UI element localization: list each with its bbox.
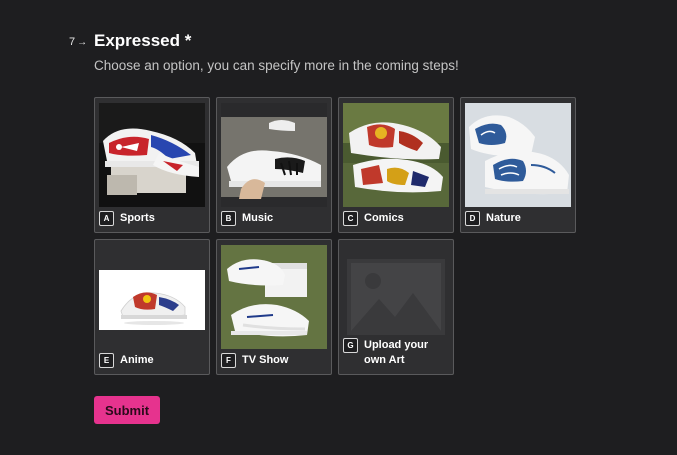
option-label-text: Nature bbox=[486, 212, 521, 224]
option-nature[interactable]: D Nature bbox=[460, 97, 576, 233]
sports-sneaker-image bbox=[99, 103, 205, 207]
option-sports[interactable]: A Sports bbox=[94, 97, 210, 233]
option-key-badge: F bbox=[221, 353, 236, 368]
option-upload-own-art[interactable]: G Upload your own Art bbox=[338, 239, 454, 375]
option-label: C Comics bbox=[343, 211, 449, 226]
option-comics[interactable]: C Comics bbox=[338, 97, 454, 233]
option-label-text: Music bbox=[242, 212, 274, 224]
arrow-right-icon: → bbox=[77, 36, 88, 48]
option-label: D Nature bbox=[465, 211, 571, 226]
option-key-badge: C bbox=[343, 211, 358, 226]
question-number: 7 → bbox=[69, 36, 87, 48]
option-key-badge: B bbox=[221, 211, 236, 226]
option-key-badge: A bbox=[99, 211, 114, 226]
music-sneaker-image bbox=[221, 103, 327, 207]
option-tv-show[interactable]: F TV Show bbox=[216, 239, 332, 375]
image-placeholder-icon bbox=[343, 245, 449, 349]
option-key-badge: D bbox=[465, 211, 480, 226]
option-key-badge: E bbox=[99, 353, 114, 368]
option-label-text: TV Show bbox=[242, 354, 289, 366]
options-grid: A Sports B Music C Comics D Nature E Ani… bbox=[94, 97, 576, 375]
option-key-badge: G bbox=[343, 338, 358, 353]
option-label-text: Upload your own Art bbox=[364, 339, 429, 366]
tv-show-sneaker-image bbox=[221, 245, 327, 349]
option-label: F TV Show bbox=[221, 353, 327, 368]
submit-button[interactable]: Submit bbox=[94, 396, 160, 424]
question-number-text: 7 bbox=[69, 36, 76, 48]
option-label-text: Comics bbox=[364, 212, 404, 224]
option-label: G Upload your own Art bbox=[343, 338, 449, 368]
anime-sneaker-image bbox=[99, 245, 205, 349]
option-label: E Anime bbox=[99, 353, 205, 368]
question-title: Expressed * bbox=[94, 31, 192, 50]
nature-sneaker-image bbox=[465, 103, 571, 207]
option-anime[interactable]: E Anime bbox=[94, 239, 210, 375]
option-music[interactable]: B Music bbox=[216, 97, 332, 233]
option-label-text: Anime bbox=[120, 354, 154, 366]
comics-sneaker-image bbox=[343, 103, 449, 207]
option-label: B Music bbox=[221, 211, 327, 226]
option-label-text: Sports bbox=[120, 212, 155, 224]
question-subtitle: Choose an option, you can specify more i… bbox=[94, 58, 459, 73]
option-label: A Sports bbox=[99, 211, 205, 226]
